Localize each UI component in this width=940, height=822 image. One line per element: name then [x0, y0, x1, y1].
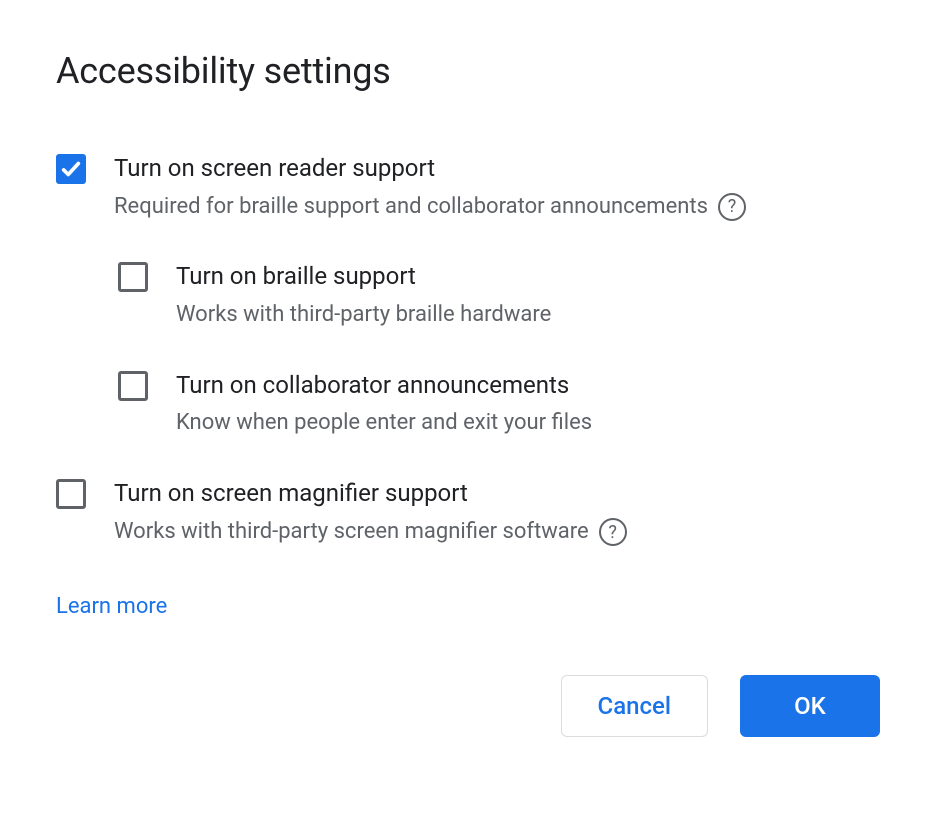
check-icon: [60, 158, 82, 180]
help-icon[interactable]: ?: [718, 193, 746, 221]
dialog-button-row: Cancel OK: [56, 675, 880, 737]
accessibility-settings-dialog: Accessibility settings Turn on screen re…: [0, 0, 940, 777]
option-description-text: Required for braille support and collabo…: [114, 192, 708, 223]
checkbox-braille[interactable]: [118, 262, 148, 292]
checkbox-collaborator[interactable]: [118, 371, 148, 401]
option-text: Turn on screen reader support Required f…: [114, 152, 880, 222]
option-screen-reader: Turn on screen reader support Required f…: [56, 152, 880, 222]
option-label: Turn on braille support: [176, 260, 880, 294]
option-braille: Turn on braille support Works with third…: [118, 260, 880, 330]
option-description: Know when people enter and exit your fil…: [176, 408, 880, 439]
learn-more-link[interactable]: Learn more: [56, 594, 167, 619]
option-description-text: Works with third-party screen magnifier …: [114, 517, 589, 548]
option-description-text: Works with third-party braille hardware: [176, 300, 551, 331]
option-description-text: Know when people enter and exit your fil…: [176, 408, 592, 439]
option-collaborator: Turn on collaborator announcements Know …: [118, 369, 880, 439]
option-label: Turn on screen magnifier support: [114, 477, 880, 511]
option-text: Turn on screen magnifier support Works w…: [114, 477, 880, 547]
ok-button[interactable]: OK: [740, 675, 880, 737]
option-magnifier: Turn on screen magnifier support Works w…: [56, 477, 880, 547]
option-label: Turn on collaborator announcements: [176, 369, 880, 403]
cancel-button[interactable]: Cancel: [561, 675, 708, 737]
option-label: Turn on screen reader support: [114, 152, 880, 186]
option-description: Required for braille support and collabo…: [114, 192, 880, 223]
dialog-title: Accessibility settings: [56, 50, 880, 92]
option-description: Works with third-party braille hardware: [176, 300, 880, 331]
option-description: Works with third-party screen magnifier …: [114, 517, 880, 548]
checkbox-magnifier[interactable]: [56, 479, 86, 509]
checkbox-screen-reader[interactable]: [56, 154, 86, 184]
option-text: Turn on collaborator announcements Know …: [176, 369, 880, 439]
option-text: Turn on braille support Works with third…: [176, 260, 880, 330]
help-icon[interactable]: ?: [599, 518, 627, 546]
